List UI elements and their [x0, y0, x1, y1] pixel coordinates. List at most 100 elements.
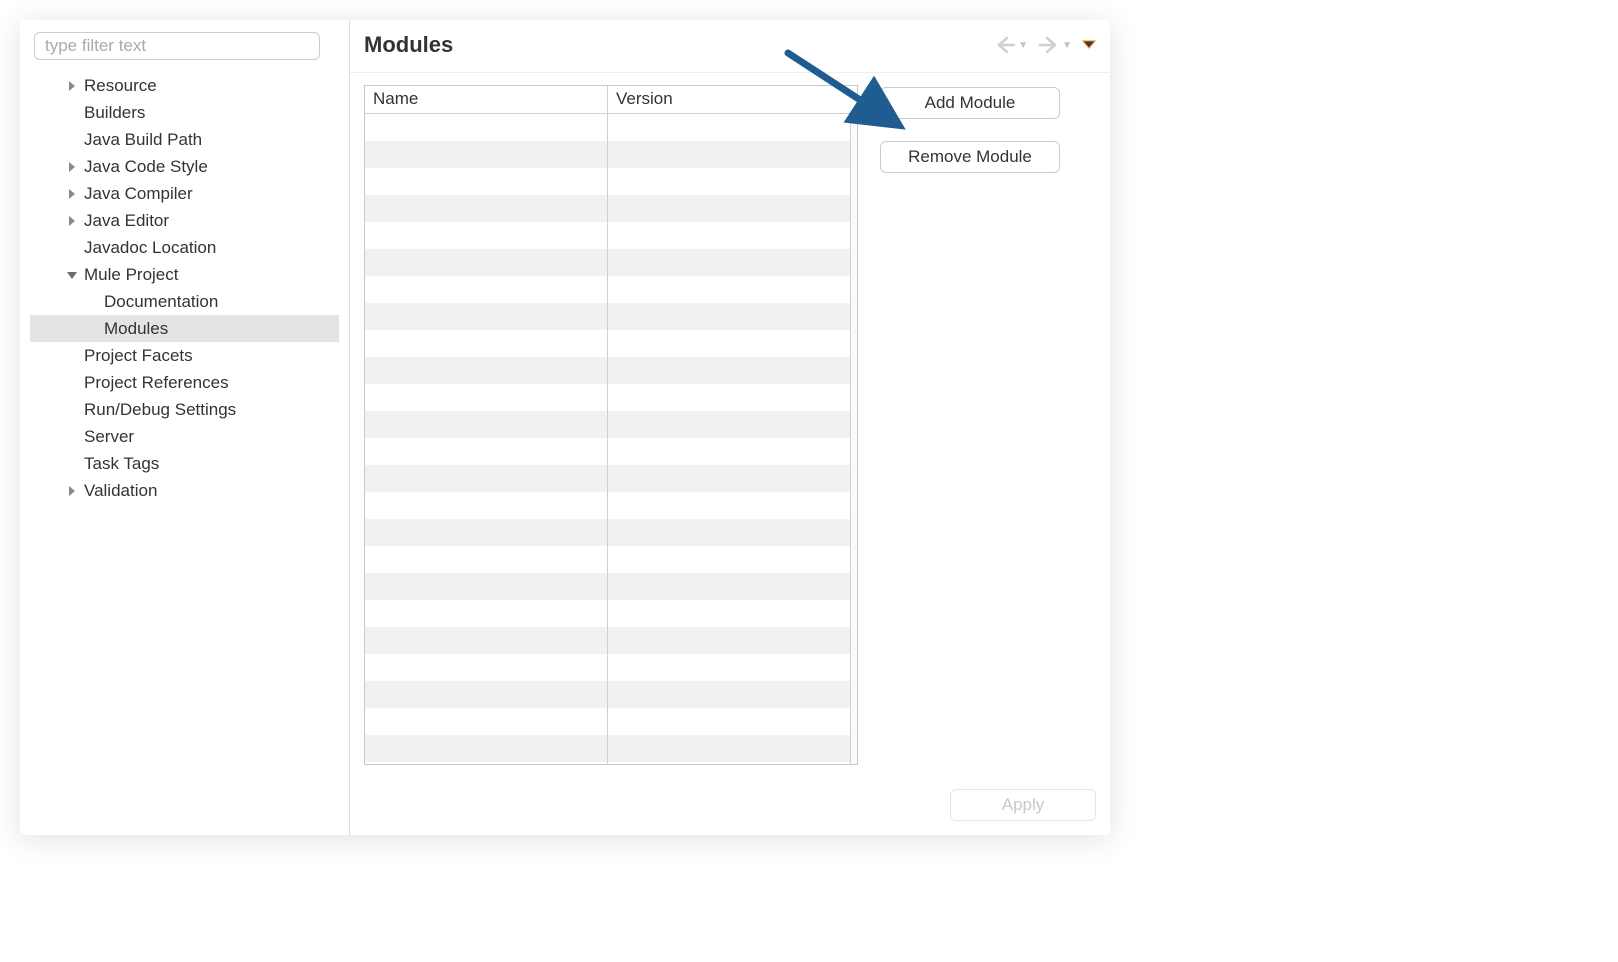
table-row[interactable] — [365, 330, 607, 357]
tree-item-label: Resource — [84, 76, 157, 96]
tree-item-java-build-path[interactable]: Java Build Path — [30, 126, 339, 153]
chevron-right-icon — [66, 215, 78, 227]
table-row[interactable] — [608, 438, 850, 465]
view-menu-icon[interactable] — [1082, 40, 1096, 50]
tree-item-label: Documentation — [104, 292, 218, 312]
table-header: Name Version — [365, 86, 857, 114]
table-row[interactable] — [608, 708, 850, 735]
chevron-down-icon: ▼ — [1018, 40, 1028, 51]
tree-item-label: Java Compiler — [84, 184, 193, 204]
table-row[interactable] — [365, 492, 607, 519]
table-row[interactable] — [608, 276, 850, 303]
tree-item-resource[interactable]: Resource — [30, 72, 339, 99]
table-row[interactable] — [365, 654, 607, 681]
tree-item-label: Project Facets — [84, 346, 193, 366]
nav-forward[interactable]: ▼ — [1038, 35, 1072, 55]
apply-button[interactable]: Apply — [950, 789, 1096, 821]
table-row[interactable] — [608, 465, 850, 492]
table-row[interactable] — [365, 114, 607, 141]
preferences-window: Resource Builders Java Build Path Java Code… — [20, 20, 1110, 835]
table-row[interactable] — [365, 681, 607, 708]
tree-item-label: Project References — [84, 373, 229, 393]
tree-item-documentation[interactable]: Documentation — [30, 288, 339, 315]
table-row[interactable] — [365, 249, 607, 276]
filter-input[interactable] — [34, 32, 320, 60]
nav-back[interactable]: ▼ — [994, 35, 1028, 55]
table-row[interactable] — [608, 303, 850, 330]
tree-item-label: Server — [84, 427, 134, 447]
tree-item-builders[interactable]: Builders — [30, 99, 339, 126]
tree-item-label: Java Build Path — [84, 130, 202, 150]
table-row[interactable] — [608, 735, 850, 762]
table-row[interactable] — [365, 141, 607, 168]
tree-item-java-code-style[interactable]: Java Code Style — [30, 153, 339, 180]
table-row[interactable] — [608, 114, 850, 141]
arrow-right-icon — [1038, 35, 1060, 55]
table-row[interactable] — [608, 222, 850, 249]
tree-item-server[interactable]: Server — [30, 423, 339, 450]
table-row[interactable] — [608, 384, 850, 411]
table-row[interactable] — [365, 600, 607, 627]
table-row[interactable] — [365, 303, 607, 330]
table-row[interactable] — [608, 168, 850, 195]
table-row[interactable] — [608, 330, 850, 357]
table-row[interactable] — [365, 384, 607, 411]
table-row[interactable] — [608, 492, 850, 519]
add-module-button[interactable]: Add Module — [880, 87, 1060, 119]
tree-item-validation[interactable]: Validation — [30, 477, 339, 504]
footer: Apply — [350, 779, 1110, 835]
tree-item-project-facets[interactable]: Project Facets — [30, 342, 339, 369]
tree-item-mule-project[interactable]: Mule Project — [30, 261, 339, 288]
table-row[interactable] — [365, 465, 607, 492]
table-row[interactable] — [608, 411, 850, 438]
table-row[interactable] — [608, 600, 850, 627]
tree-item-label: Mule Project — [84, 265, 178, 285]
table-row[interactable] — [365, 735, 607, 762]
tree-item-modules[interactable]: Modules — [30, 315, 339, 342]
page-header: Modules ▼ ▼ — [350, 20, 1110, 73]
table-row[interactable] — [608, 546, 850, 573]
chevron-down-icon: ▼ — [1062, 40, 1072, 51]
table-row[interactable] — [365, 708, 607, 735]
page-title: Modules — [364, 32, 453, 58]
name-column-body — [365, 114, 608, 764]
table-row[interactable] — [608, 681, 850, 708]
content: Modules ▼ ▼ — [350, 20, 1110, 835]
tree-item-run-debug-settings[interactable]: Run/Debug Settings — [30, 396, 339, 423]
sidebar: Resource Builders Java Build Path Java Code… — [20, 20, 350, 835]
table-row[interactable] — [365, 438, 607, 465]
table-row[interactable] — [608, 627, 850, 654]
tree-item-java-editor[interactable]: Java Editor — [30, 207, 339, 234]
tree-item-label: Java Editor — [84, 211, 169, 231]
column-name[interactable]: Name — [365, 86, 608, 113]
table-row[interactable] — [365, 168, 607, 195]
table-row[interactable] — [365, 222, 607, 249]
version-column-body — [608, 114, 851, 764]
table-row[interactable] — [365, 357, 607, 384]
tree-item-java-compiler[interactable]: Java Compiler — [30, 180, 339, 207]
category-tree: Resource Builders Java Build Path Java Code… — [30, 72, 339, 825]
table-row[interactable] — [365, 546, 607, 573]
table-row[interactable] — [365, 195, 607, 222]
tree-item-javadoc-location[interactable]: Javadoc Location — [30, 234, 339, 261]
table-row[interactable] — [608, 357, 850, 384]
tree-item-label: Task Tags — [84, 454, 159, 474]
table-row[interactable] — [608, 654, 850, 681]
tree-item-project-references[interactable]: Project References — [30, 369, 339, 396]
table-row[interactable] — [365, 411, 607, 438]
table-row[interactable] — [608, 195, 850, 222]
table-row[interactable] — [608, 249, 850, 276]
table-row[interactable] — [608, 519, 850, 546]
table-row[interactable] — [608, 573, 850, 600]
tree-item-task-tags[interactable]: Task Tags — [30, 450, 339, 477]
table-row[interactable] — [365, 573, 607, 600]
table-row[interactable] — [365, 627, 607, 654]
page-body: Name Version Add Module Remove Module — [350, 73, 1110, 779]
table-row[interactable] — [365, 519, 607, 546]
table-row[interactable] — [365, 276, 607, 303]
chevron-right-icon — [66, 161, 78, 173]
table-row[interactable] — [608, 141, 850, 168]
column-version[interactable]: Version — [608, 86, 857, 113]
scrollbar[interactable] — [851, 114, 857, 764]
remove-module-button[interactable]: Remove Module — [880, 141, 1060, 173]
